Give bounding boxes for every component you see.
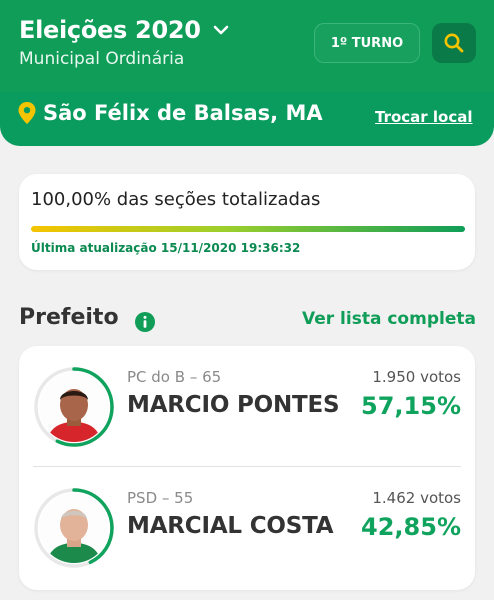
candidates-card: PC do B – 65 MARCIO PONTES 1.950 votos 5… — [19, 346, 475, 590]
candidate-photo — [39, 372, 109, 442]
election-selector[interactable]: Eleições 2020 — [19, 16, 231, 44]
candidate-name: MARCIO PONTES — [127, 392, 340, 418]
election-subtitle: Municipal Ordinária — [19, 49, 185, 69]
progress-bar-fill — [31, 226, 465, 232]
candidate-votes: 1.462 votos — [372, 489, 461, 507]
search-icon — [444, 33, 464, 53]
candidate-avatar — [33, 487, 115, 569]
full-list-link[interactable]: Ver lista completa — [302, 309, 476, 329]
search-button[interactable] — [432, 23, 476, 63]
candidate-percent: 57,15% — [361, 392, 461, 420]
progress-bar — [31, 226, 465, 232]
totalization-title: 100,00% das seções totalizadas — [31, 189, 321, 210]
candidate-name: MARCIAL COSTA — [127, 513, 334, 539]
candidate-party: PSD – 55 — [127, 489, 194, 507]
change-location-link[interactable]: Trocar local — [375, 108, 473, 126]
candidate-avatar — [33, 366, 115, 448]
header: Eleições 2020 Municipal Ordinária 1º TUR… — [0, 0, 494, 146]
election-title: Eleições 2020 — [19, 16, 201, 44]
section-title: Prefeito — [19, 305, 119, 330]
location-pin-icon — [18, 102, 36, 124]
chevron-down-icon — [213, 25, 228, 35]
candidate-photo — [39, 493, 109, 563]
last-update: Última atualização 15/11/2020 19:36:32 — [31, 241, 301, 255]
location-name: São Félix de Balsas, MA — [43, 101, 323, 125]
candidate-party: PC do B – 65 — [127, 368, 222, 386]
turno-button[interactable]: 1º TURNO — [314, 23, 420, 63]
location-row: São Félix de Balsas, MA — [18, 101, 323, 125]
totalization-card: 100,00% das seções totalizadas Última at… — [19, 174, 475, 270]
candidate-percent: 42,85% — [361, 513, 461, 541]
candidate-row[interactable]: PSD – 55 MARCIAL COSTA 1.462 votos 42,85… — [19, 467, 475, 587]
info-icon[interactable] — [135, 312, 155, 332]
candidate-row[interactable]: PC do B – 65 MARCIO PONTES 1.950 votos 5… — [19, 346, 475, 466]
candidate-votes: 1.950 votos — [372, 368, 461, 386]
